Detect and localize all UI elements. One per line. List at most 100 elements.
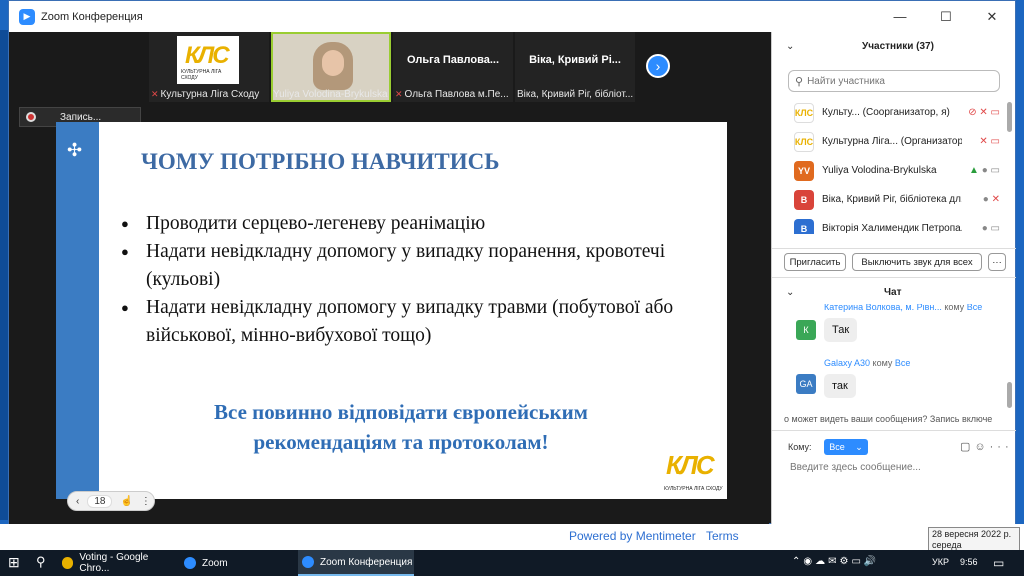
slide-page-number: 18 (87, 494, 113, 508)
taskbar: ⊞ ⚲ Voting - Google Chro... Zoom Zoom Ко… (0, 550, 1024, 576)
mic-muted-icon: ✕ (151, 89, 159, 99)
mic-muted-icon: ✕ (395, 89, 403, 99)
window-title: Zoom Конференция (41, 10, 143, 23)
chat-avatar: К (796, 320, 816, 340)
notification-icon[interactable]: ▭ (993, 556, 1004, 570)
chat-title: Чат (884, 286, 902, 298)
participant-row[interactable]: КЛС Культу... (Соорганизатор, я) ⊘ ✕ ▭ (772, 98, 1006, 127)
participant-row[interactable]: В Вікторія Халимендик Петропа... ● ▭ (772, 214, 1006, 234)
taskbar-chrome[interactable]: Voting - Google Chro... (58, 550, 176, 576)
clock[interactable]: 9:56 (960, 557, 978, 567)
zoom-window: ▶ Zoom Конференция — ☐ ✕ КЛС КУЛЬТУРНА Л… (8, 0, 1016, 524)
participant-search-input[interactable] (807, 75, 988, 87)
participant-name: Віка, Кривий Ріг, бібліотека дл... (822, 194, 962, 205)
emoji-icon[interactable]: ☺ (974, 441, 989, 453)
participant-avatar: КЛС (794, 131, 814, 152)
prev-slide-icon[interactable]: ‹ (76, 496, 79, 507)
chat-to-label: Кому: (788, 442, 812, 452)
chat-message-meta: Катерина Волкова, м. Рівн... кому Все (824, 304, 983, 312)
language-indicator[interactable]: УКР (932, 557, 949, 567)
thumbnail-name: ✕ Ольга Павлова м.Пе... (395, 89, 509, 100)
thumbnail-olga[interactable]: Ольга Павлова... ✕ Ольга Павлова м.Пе... (393, 32, 513, 102)
slide-klc-logo: КЛС КУЛЬТУРНА ЛІГА СХОДУ (664, 450, 723, 492)
mic-icon: ▲ ● ▭ (969, 165, 1000, 176)
more-button[interactable]: ··· (988, 253, 1006, 271)
chat-privacy-notice[interactable]: о может видеть ваши сообщения? Запись вк… (784, 414, 1014, 424)
participant-row[interactable]: КЛС Культурна Ліга... (Организатор) ✕ ▭ (772, 127, 1006, 156)
klc-logo: КЛС КУЛЬТУРНА ЛІГА СХОДУ (177, 36, 239, 84)
participants-scrollbar[interactable] (1007, 98, 1013, 236)
taskbar-zoom[interactable]: Zoom (180, 550, 292, 576)
windows-start-icon[interactable]: ⊞ (8, 554, 20, 571)
zoom-icon (302, 556, 314, 568)
participant-name: Вікторія Халимендик Петропа... (822, 223, 962, 234)
slide-footer-text: Все повинно відповідати європейським рек… (214, 400, 588, 454)
chat-message-meta: Galaxy A30 кому Все (824, 358, 911, 368)
mentimeter-logo-icon: ✣ (67, 140, 83, 160)
slide-title: ЧОМУ ПОТРІБНО НАВЧИТИСЬ (141, 149, 500, 174)
chat-bubble: так (824, 374, 856, 398)
thumbnail-big-name: Ольга Павлова... (406, 54, 500, 66)
chat-scrollbar[interactable] (1007, 304, 1013, 412)
chevron-down-icon: ⌄ (855, 441, 863, 452)
thumbnail-big-name: Віка, Кривий Рі... (529, 54, 621, 66)
thumbnail-name: Віка, Кривий Ріг, бібліот... (517, 89, 634, 100)
zoom-app-icon: ▶ (19, 8, 35, 25)
window-controls: — ☐ ✕ (877, 1, 1015, 32)
participant-avatar: В (794, 189, 814, 210)
participants-actions: Пригласить Выключить звук для всех ··· (772, 248, 1016, 278)
side-panel: ⌄ Участники (37) ⚲ КЛС Культу... (Соорга… (771, 32, 1016, 524)
powered-by-link[interactable]: Powered by Mentimeter (569, 529, 696, 543)
slide-bullet: Надати невідкладну допомогу у випадку тр… (121, 294, 711, 350)
participants-header: ⌄ Участники (37) (772, 32, 1016, 60)
participant-row[interactable]: В Віка, Кривий Ріг, бібліотека дл... ● ✕ (772, 185, 1006, 214)
close-button[interactable]: ✕ (969, 1, 1015, 32)
mic-icon: ● ✕ (982, 194, 1000, 205)
participant-avatar: В (794, 218, 814, 234)
participant-avatar: КЛС (794, 102, 814, 123)
mute-all-button[interactable]: Выключить звук для всех (852, 253, 982, 271)
participant-search[interactable]: ⚲ (788, 70, 1000, 92)
person-video (313, 42, 353, 90)
more-options-icon[interactable]: ⋮ (141, 496, 151, 507)
participant-row[interactable]: YV Yuliya Volodina-Brykulska ▲ ● ▭ (772, 156, 1006, 185)
participant-name: Культу... (Соорганизатор, я) (822, 107, 950, 118)
participant-name: Культурна Ліга... (Организатор) (822, 136, 962, 147)
file-icon[interactable]: ▢ (960, 441, 974, 453)
search-icon: ⚲ (795, 75, 804, 88)
chat-messages: Катерина Волкова, м. Рівн... кому Все К … (772, 304, 1008, 414)
presentation-slide: ✣ ЧОМУ ПОТРІБНО НАВЧИТИСЬ Проводити серц… (56, 122, 727, 499)
chevron-down-icon[interactable]: ⌄ (786, 41, 794, 52)
system-tray-icons[interactable]: ⌃◉☁✉⚙▭🔊 (792, 556, 879, 567)
browser-footer: Powered by Mentimeter Terms (0, 524, 1024, 550)
minimize-button[interactable]: — (877, 1, 923, 32)
chevron-down-icon[interactable]: ⌄ (786, 287, 794, 298)
slide-bullet: Надати невідкладну допомогу у випадку по… (121, 238, 711, 294)
thumbnail-klc[interactable]: КЛС КУЛЬТУРНА ЛІГА СХОДУ ✕ Культурна Ліга… (149, 32, 269, 102)
more-icon[interactable]: ··· (990, 441, 1013, 453)
chat-tools: ▢☺··· (960, 440, 1013, 453)
participant-list: КЛС Культу... (Соорганизатор, я) ⊘ ✕ ▭ К… (772, 98, 1006, 234)
participant-avatar: YV (794, 160, 814, 181)
video-thumbnail-strip: КЛС КУЛЬТУРНА ЛІГА СХОДУ ✕ Культурна Ліга… (9, 32, 769, 102)
slide-side-bar: ✣ (56, 122, 99, 499)
search-icon[interactable]: ⚲ (36, 554, 46, 570)
chat-avatar: GA (796, 374, 816, 394)
participants-title: Участники (37) (862, 40, 934, 52)
terms-link[interactable]: Terms (706, 529, 739, 543)
mic-muted-icon: ⊘ ✕ ▭ (968, 107, 1000, 118)
participant-name: Yuliya Volodina-Brykulska (822, 165, 937, 176)
chat-recipient-dropdown[interactable]: Все ⌄ (824, 439, 868, 455)
invite-button[interactable]: Пригласить (784, 253, 846, 271)
mic-icon: ● ▭ (981, 223, 1000, 234)
taskbar-zoom-conference[interactable]: Zoom Конференция (298, 550, 414, 576)
thumbnail-vika[interactable]: Віка, Кривий Рі... Віка, Кривий Ріг, біб… (515, 32, 635, 102)
zoom-icon (184, 557, 196, 569)
next-page-arrow-icon[interactable]: › (646, 54, 670, 78)
slide-bullet-list: Проводити серцево-легеневу реанімацію На… (121, 210, 711, 350)
chrome-icon (62, 557, 74, 569)
chat-message-input[interactable] (790, 462, 1000, 473)
title-bar: ▶ Zoom Конференция — ☐ ✕ (9, 1, 1015, 32)
maximize-button[interactable]: ☐ (923, 1, 969, 32)
thumbnail-yuliya[interactable]: Yuliya Volodina-Brykulska (271, 32, 391, 102)
